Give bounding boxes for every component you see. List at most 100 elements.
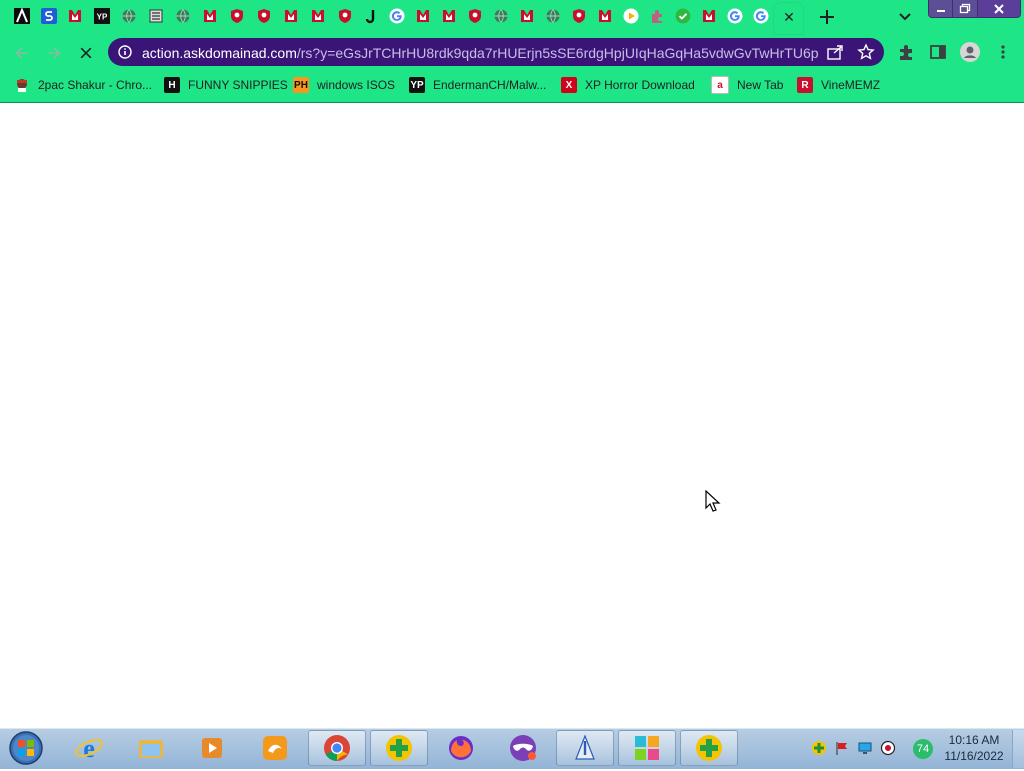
bookmark-label: windows ISOS — [317, 78, 396, 92]
tab-globe-icon[interactable] — [545, 7, 561, 25]
restore-button[interactable] — [953, 0, 978, 18]
arch-icon — [14, 8, 30, 24]
taskbar-app[interactable] — [184, 730, 242, 766]
tab-play-icon[interactable] — [623, 7, 639, 25]
bookmark-item[interactable]: 2pac Shakur - Chro... — [14, 76, 152, 94]
clock-date: 11/16/2022 — [944, 749, 1004, 763]
r-icon: R — [797, 77, 813, 93]
taskbar-app[interactable] — [246, 730, 304, 766]
h-icon: H — [164, 77, 180, 93]
tab-globe-icon[interactable] — [175, 7, 191, 25]
tab-mcafee-icon[interactable] — [283, 7, 299, 25]
minimize-button[interactable] — [928, 0, 954, 18]
bookmark-label: FUNNY SNIPPIES — [188, 78, 288, 92]
start-button[interactable] — [6, 730, 46, 766]
tab-mcafee-icon[interactable] — [519, 7, 535, 25]
tab-google-icon[interactable] — [389, 7, 405, 25]
taskbar-app[interactable] — [370, 730, 428, 766]
tab-j-icon[interactable] — [363, 7, 379, 25]
tab-shield-red-icon[interactable] — [467, 7, 483, 25]
mcafee-icon — [69, 10, 81, 22]
taskbar-app[interactable]: e — [60, 730, 118, 766]
tab-mcafee-icon[interactable] — [597, 7, 613, 25]
tab-check-circle-icon[interactable] — [675, 7, 691, 25]
monitor-tray-icon[interactable] — [856, 740, 873, 757]
flag-tray-icon[interactable] — [833, 740, 850, 757]
bookmark-item[interactable]: a New Tab — [711, 76, 783, 94]
green-plus-tray-icon[interactable] — [810, 740, 827, 757]
taskbar-app[interactable] — [432, 730, 490, 766]
google-icon — [389, 8, 405, 24]
tray-badge[interactable]: 74 — [913, 739, 933, 759]
mcafee-icon — [599, 10, 611, 22]
tab-shield-red-icon[interactable] — [337, 7, 353, 25]
tab-globe-icon[interactable] — [121, 7, 137, 25]
tab-puzzle-icon[interactable] — [649, 7, 665, 25]
mcafee-icon — [204, 10, 216, 22]
svg-text:YP: YP — [97, 13, 108, 22]
mcafee-icon — [703, 10, 715, 22]
forward-arrow-icon — [48, 46, 61, 60]
taskbar-app[interactable] — [308, 730, 366, 766]
mask-app-icon — [510, 735, 536, 761]
bookmark-item[interactable]: R VineMEMZ — [797, 76, 880, 94]
forward-button[interactable] — [44, 43, 64, 63]
show-desktop-button[interactable] — [1012, 730, 1024, 768]
tab-google-icon[interactable] — [753, 7, 769, 25]
tab-mcafee-icon[interactable] — [701, 7, 717, 25]
shield-red-icon — [231, 9, 243, 23]
globe-icon — [494, 9, 508, 23]
tab-mcafee-icon[interactable] — [415, 7, 431, 25]
volume-tray-icon[interactable] — [879, 740, 896, 757]
globe-icon — [546, 9, 560, 23]
shield-red-icon — [573, 9, 585, 23]
tab-close-button[interactable]: ✕ — [783, 9, 795, 25]
tab-shield-red-icon[interactable] — [256, 7, 272, 25]
stop-loading-button[interactable] — [76, 43, 96, 63]
url-path: /rs?y=eGsJrTCHrHU8rdk9qda7rHUErjn5sSE6rd… — [296, 45, 818, 61]
stop-icon — [80, 47, 92, 59]
side-panel-icon[interactable] — [929, 43, 947, 61]
globe-icon — [176, 9, 190, 23]
tab-search-button[interactable] — [896, 8, 914, 26]
taskbar-app[interactable] — [680, 730, 738, 766]
taskbar-app[interactable] — [618, 730, 676, 766]
tab-shield-red-icon[interactable] — [229, 7, 245, 25]
shield-red-icon — [339, 9, 351, 23]
bookmark-item[interactable]: H FUNNY SNIPPIES — [164, 76, 288, 94]
tab-mcafee-icon[interactable] — [202, 7, 218, 25]
svg-text:e: e — [83, 734, 95, 763]
site-info-icon[interactable] — [118, 45, 132, 59]
taskbar-app[interactable] — [122, 730, 180, 766]
clock-time: 10:16 AM — [948, 733, 1000, 747]
bookmark-star-icon[interactable] — [857, 43, 875, 61]
url-host: action.askdomainad.com — [142, 45, 297, 61]
tab-mcafee-icon[interactable] — [310, 7, 326, 25]
clock[interactable]: 10:16 AM 11/16/2022 — [938, 732, 1010, 766]
tab-shield-s-icon[interactable] — [41, 7, 57, 25]
tab-arch-icon[interactable] — [14, 7, 30, 25]
new-tab-button[interactable] — [817, 7, 837, 27]
page-content[interactable] — [0, 103, 1024, 728]
close-icon — [994, 3, 1004, 14]
tab-google-icon[interactable] — [727, 7, 743, 25]
tab-shield-red-icon[interactable] — [571, 7, 587, 25]
taskbar-app[interactable] — [494, 730, 552, 766]
tab-mcafee-icon[interactable] — [441, 7, 457, 25]
bookmark-item[interactable]: X XP Horror Download — [561, 76, 695, 94]
taskbar-app[interactable] — [556, 730, 614, 766]
shield-red-icon — [258, 9, 270, 23]
bookmark-item[interactable]: PH windows ISOS — [293, 76, 395, 94]
tab-yp-icon[interactable]: YP — [94, 7, 110, 25]
profile-avatar-icon[interactable] — [960, 42, 980, 62]
window-close-button[interactable] — [977, 0, 1021, 18]
url-text[interactable]: action.askdomainad.com/rs?y=eGsJrTCHrHU8… — [142, 44, 818, 62]
menu-kebab-icon[interactable] — [994, 43, 1012, 61]
share-icon[interactable] — [826, 43, 844, 61]
back-button[interactable] — [12, 43, 32, 63]
extensions-icon[interactable] — [897, 43, 915, 61]
tab-mcafee-icon[interactable] — [67, 7, 83, 25]
tab-globe-icon[interactable] — [493, 7, 509, 25]
bookmark-item[interactable]: YP EndermanCH/Malw... — [409, 76, 546, 94]
tab-archive-icon[interactable] — [148, 7, 164, 25]
